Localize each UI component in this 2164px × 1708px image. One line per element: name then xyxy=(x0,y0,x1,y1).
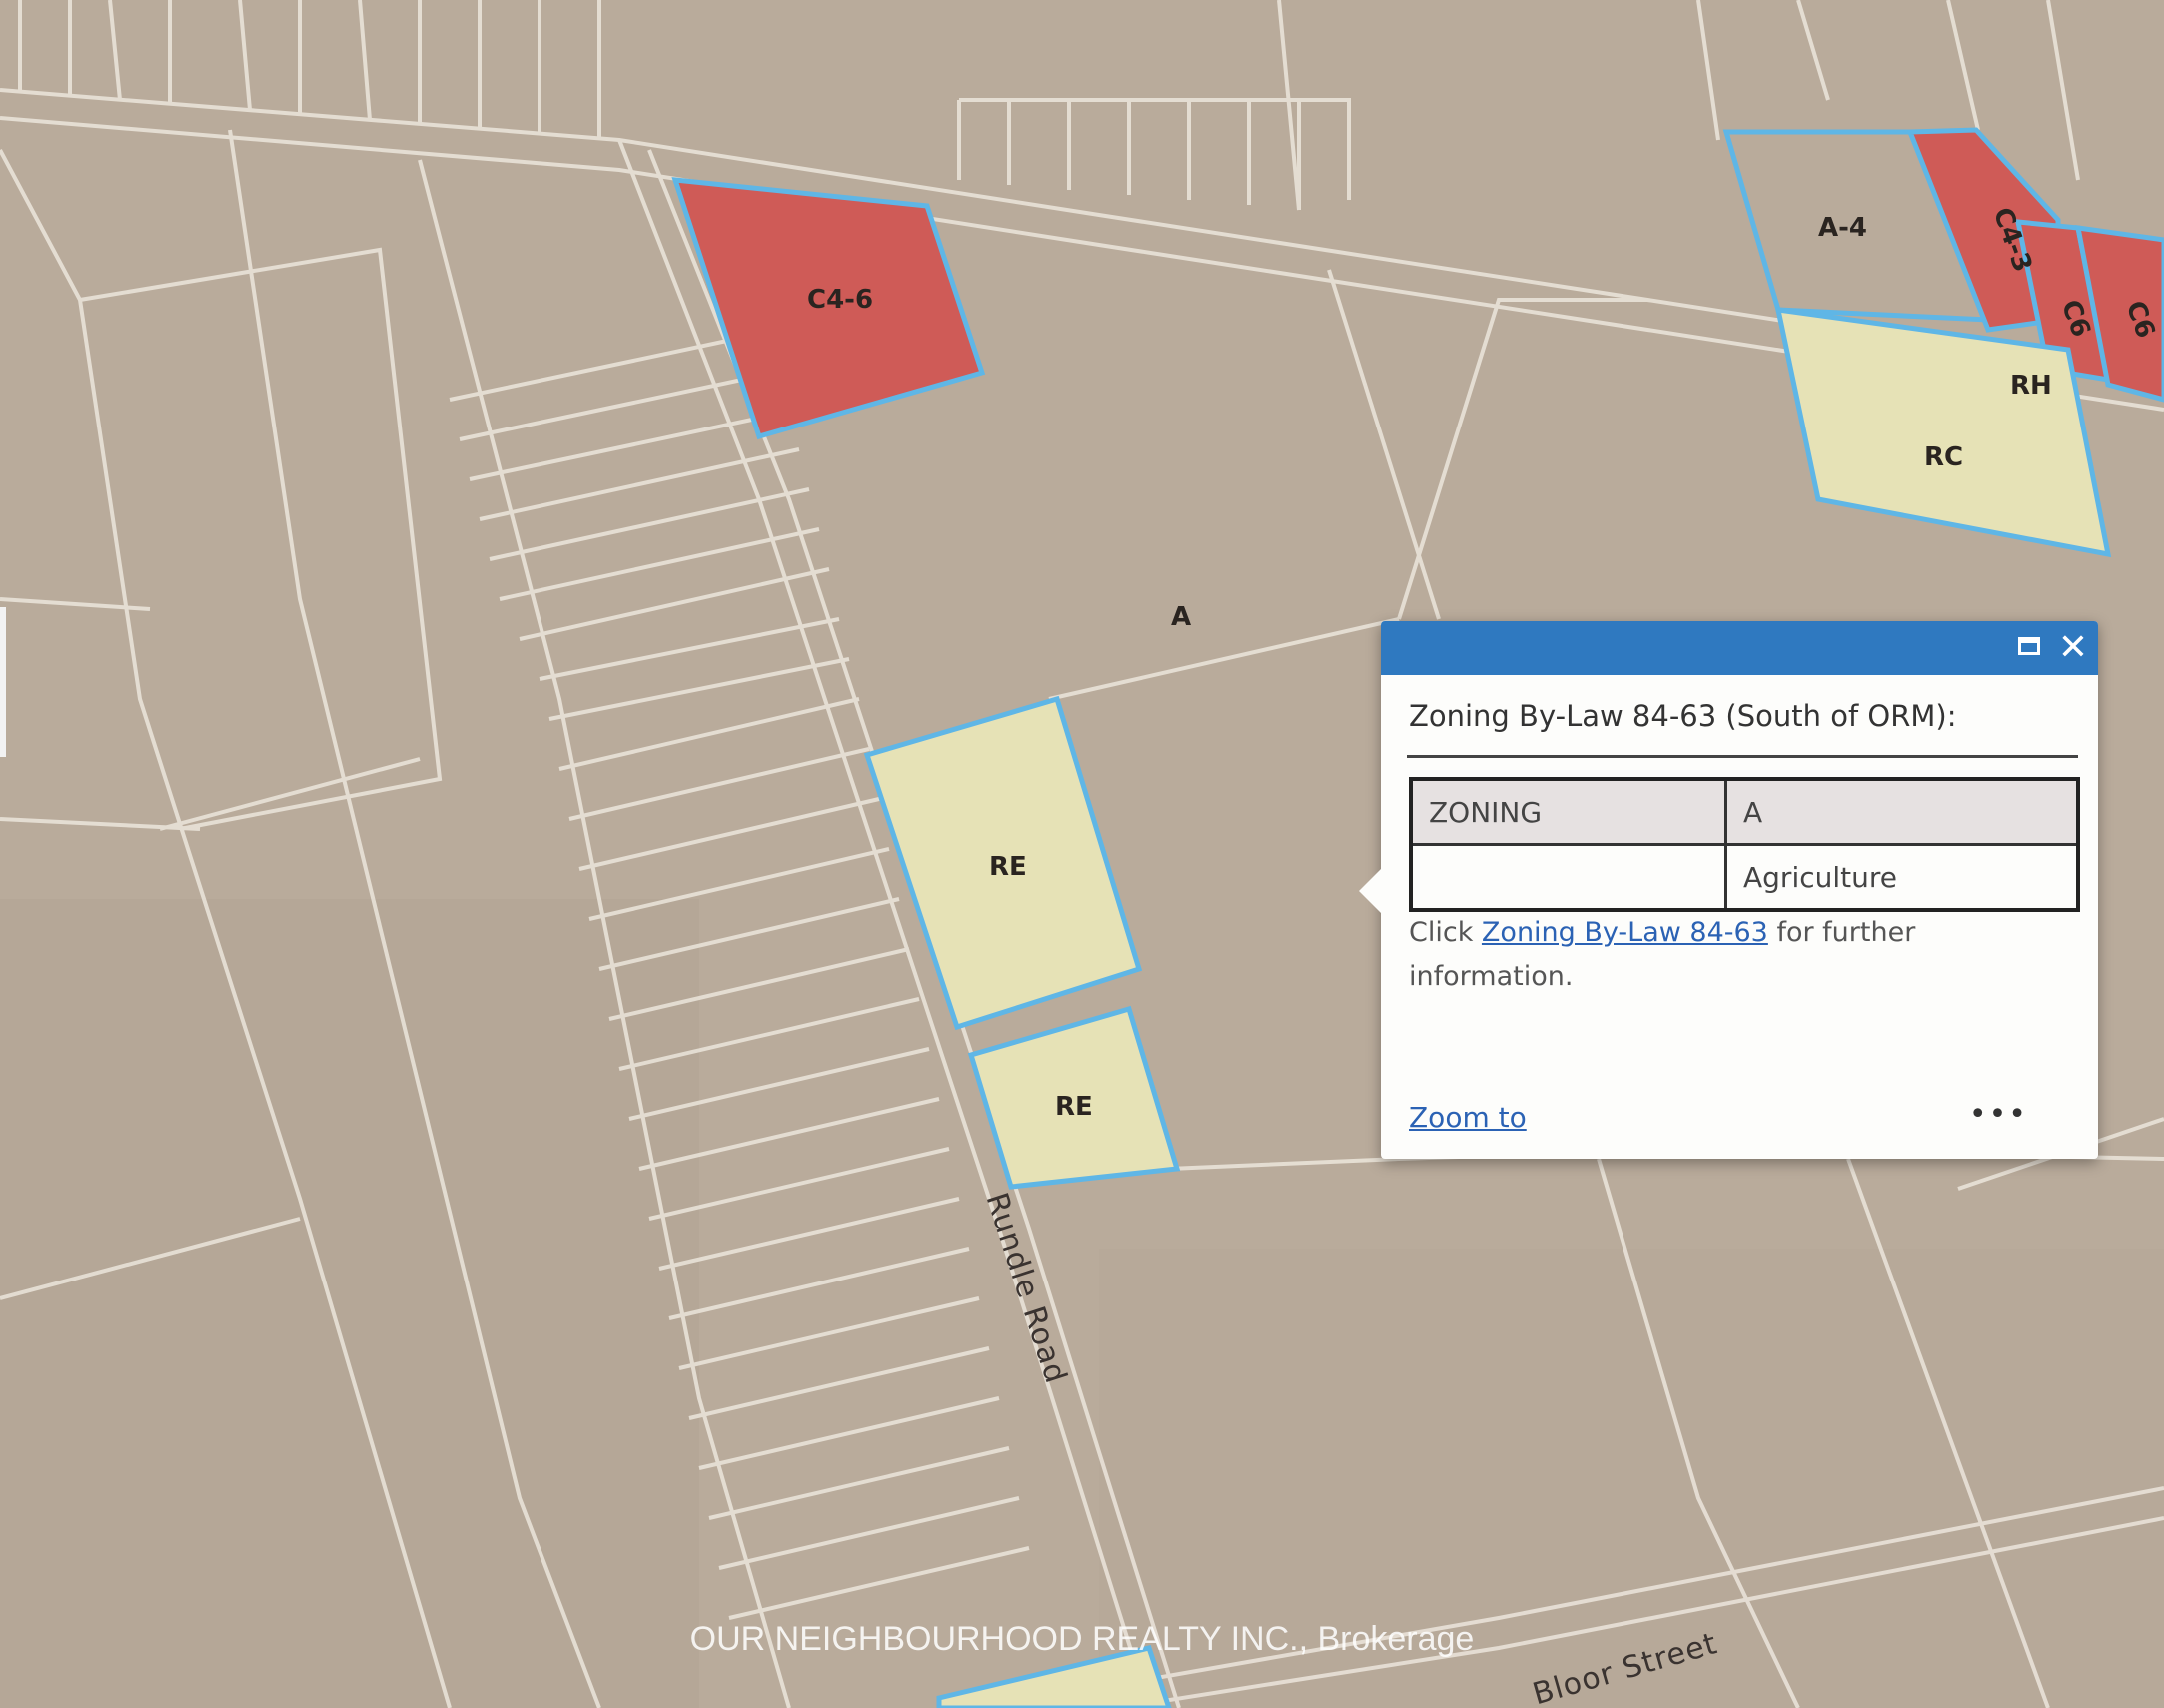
bylaw-link[interactable]: Zoning By-Law 84-63 xyxy=(1482,917,1768,948)
popup-header: ✕ xyxy=(1381,621,2098,675)
attribute-key xyxy=(1409,843,1727,912)
field-shade-1 xyxy=(0,899,699,1708)
zone-label-rc: RC xyxy=(1924,442,1963,472)
zone-label-re-2: RE xyxy=(1055,1092,1093,1122)
zone-label-a: A xyxy=(1171,602,1191,632)
attribute-table: ZONING A Agriculture xyxy=(1409,777,2080,912)
popup-divider xyxy=(1407,755,2078,758)
popup-title: Zoning By-Law 84-63 (South of ORM): xyxy=(1409,699,1957,733)
attribute-key: ZONING xyxy=(1409,777,1727,846)
brokerage-watermark: OUR NEIGHBOURHOOD REALTY INC., Brokerage xyxy=(689,1620,1475,1658)
attribute-value: A xyxy=(1724,777,2080,846)
table-row: ZONING A xyxy=(1409,777,2080,846)
zone-label-a4: A-4 xyxy=(1818,213,1867,243)
maximize-icon[interactable] xyxy=(2012,631,2046,665)
more-options-icon[interactable]: ••• xyxy=(1969,1097,2028,1132)
zone-label-re-1: RE xyxy=(989,852,1027,882)
info-popup: ✕ Zoning By-Law 84-63 (South of ORM): ZO… xyxy=(1359,621,2098,1159)
popup-note: Click Zoning By-Law 84-63 for further in… xyxy=(1409,911,2028,999)
popup-pointer xyxy=(1359,869,1381,913)
table-row: Agriculture xyxy=(1409,843,2080,912)
note-prefix: Click xyxy=(1409,917,1482,948)
zoom-to-link[interactable]: Zoom to xyxy=(1409,1101,1527,1134)
zone-label-rh: RH xyxy=(2010,371,2052,401)
attribute-value: Agriculture xyxy=(1724,843,2080,912)
zone-label-c4-6: C4-6 xyxy=(807,285,873,315)
close-icon[interactable]: ✕ xyxy=(2056,630,2090,666)
side-panel-tab[interactable] xyxy=(0,607,6,757)
